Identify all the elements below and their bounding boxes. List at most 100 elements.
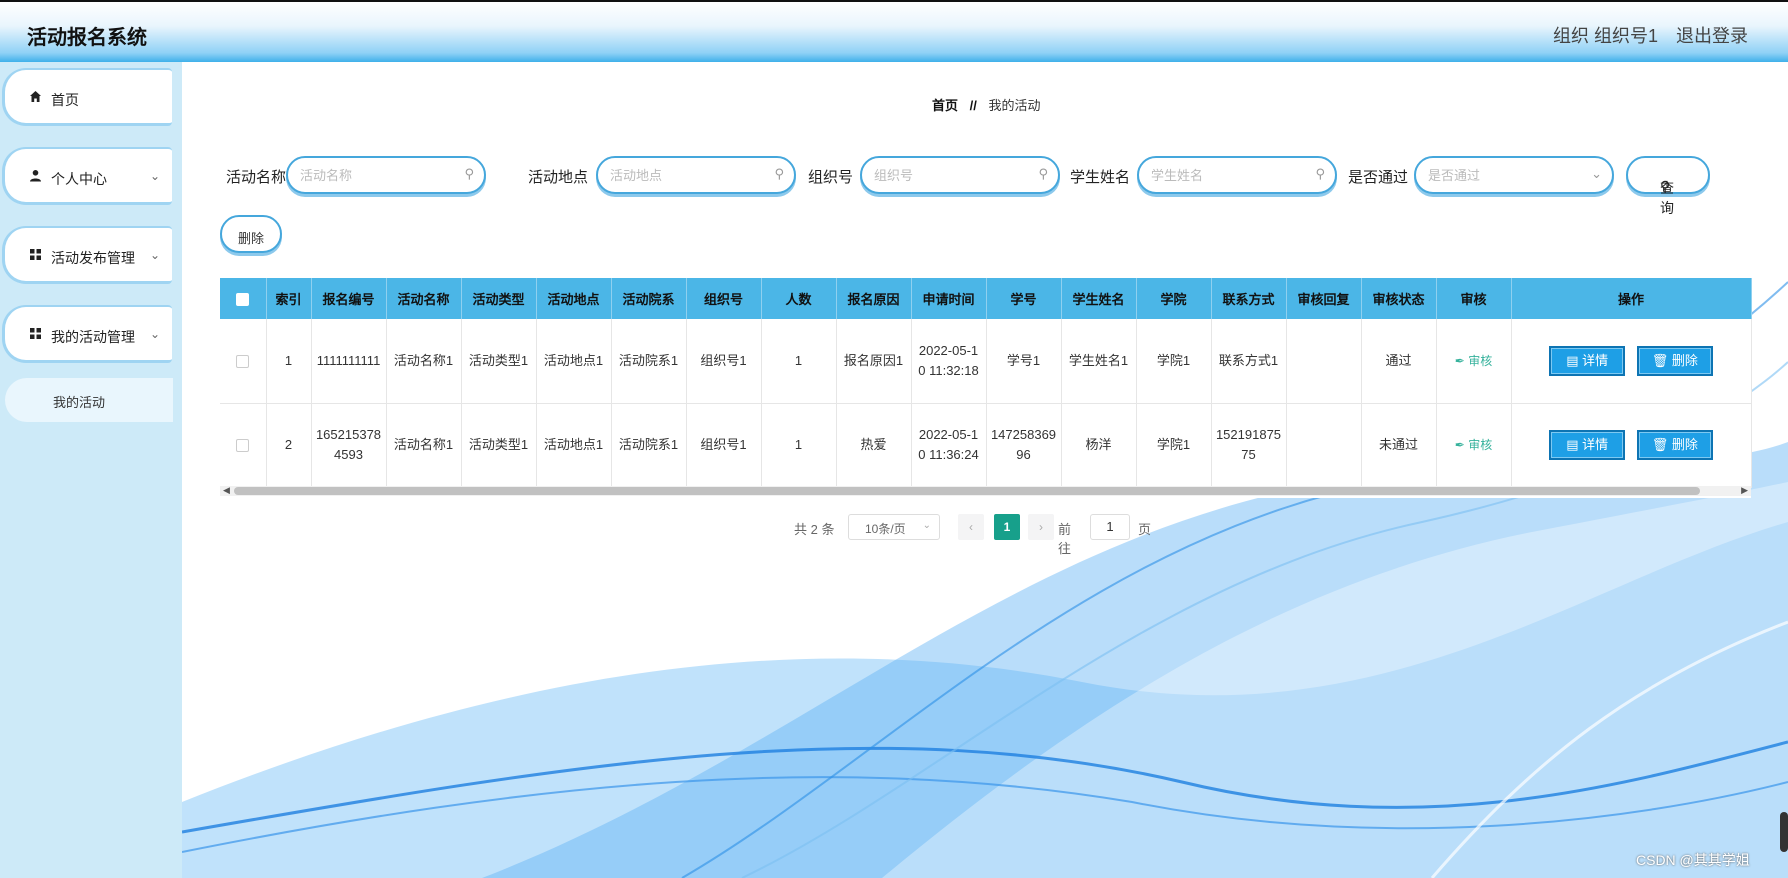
- search-bar: 活动名称 ⚲ 活动地点 ⚲ 组织号 ⚲ 学生姓名 ⚲ 是否通过 ⌄ 查询 ⚲: [182, 152, 1788, 216]
- user-info: 组织 组织号1: [1552, 26, 1658, 46]
- scrollbar-thumb[interactable]: [234, 487, 1700, 495]
- table-cell: 学院1: [1136, 319, 1212, 404]
- sidebar-subitem-my-activities[interactable]: 我的活动: [5, 378, 173, 422]
- student-name-label: 学生姓名: [1070, 169, 1131, 186]
- table-cell: 活动名称1: [386, 403, 462, 488]
- activity-name-label: 活动名称: [226, 169, 287, 186]
- sidebar-item-profile[interactable]: 个人中心 ⌄: [2, 147, 172, 205]
- chevron-left-icon: ‹: [969, 520, 973, 534]
- scroll-handle[interactable]: [1780, 812, 1788, 852]
- audit-link[interactable]: ✒ 审核: [1455, 438, 1492, 452]
- grid-icon: [29, 248, 43, 262]
- student-name-field[interactable]: ⚲: [1137, 156, 1337, 194]
- next-page-button[interactable]: ›: [1028, 514, 1054, 540]
- page-size-select[interactable]: 10条/页 ⌄: [848, 514, 940, 540]
- table-cell: 1111111111: [311, 319, 387, 404]
- logout-link[interactable]: 退出登录: [1676, 22, 1748, 48]
- table-cell: 2022-05-10 11:36:24: [911, 403, 987, 488]
- sidebar-item-my-activity[interactable]: 我的活动管理 ⌄: [2, 305, 172, 363]
- goto-page-input[interactable]: 1: [1090, 514, 1130, 540]
- select-all-checkbox[interactable]: [236, 293, 250, 307]
- org-input[interactable]: [874, 166, 1034, 184]
- top-bar: 活动报名系统 组织 组织号1 退出登录: [0, 0, 1788, 62]
- table-cell: 14725836996: [986, 403, 1062, 488]
- row-checkbox[interactable]: [236, 354, 250, 368]
- detail-button[interactable]: ▤ 详情: [1549, 345, 1626, 376]
- passed-label: 是否通过: [1348, 169, 1409, 186]
- sidebar-item-label: 首页: [51, 92, 79, 108]
- page-number-current[interactable]: 1: [994, 514, 1020, 540]
- table-row: 2 1652153784593 活动名称1 活动类型1 活动地点1 活动院系1 …: [220, 403, 1752, 488]
- delete-button[interactable]: 🗑 删除: [1636, 430, 1713, 460]
- table-header-row: 索引 报名编号 活动名称 活动类型 活动地点 活动院系 组织号 人数 报名原因 …: [220, 278, 1752, 319]
- activity-table: 索引 报名编号 活动名称 活动类型 活动地点 活动院系 组织号 人数 报名原因 …: [220, 278, 1752, 498]
- table-cell: 活动院系1: [611, 319, 687, 404]
- table-cell: 学生姓名1: [1061, 319, 1137, 404]
- chevron-down-icon: ⌄: [149, 169, 160, 183]
- passed-select-input[interactable]: [1428, 166, 1588, 184]
- table-header: 活动地点: [536, 278, 612, 319]
- audit-link[interactable]: ✒ 审核: [1455, 354, 1492, 368]
- table-cell: 通过: [1361, 319, 1437, 404]
- table-header: 联系方式: [1211, 278, 1287, 319]
- goto-label: 前往: [1058, 522, 1072, 556]
- select-all-cell: [220, 278, 267, 319]
- breadcrumb-separator: //: [969, 98, 977, 113]
- table-cell: 活动类型1: [461, 319, 537, 404]
- passed-select[interactable]: ⌄: [1414, 156, 1614, 194]
- table-header: 学号: [986, 278, 1062, 319]
- table-header: 审核状态: [1361, 278, 1437, 319]
- table-header: 操作: [1511, 278, 1752, 319]
- detail-button-label: 详情: [1582, 352, 1609, 368]
- row-select-cell: [220, 403, 267, 488]
- table-cell: 1652153784593: [311, 403, 387, 488]
- org-field[interactable]: ⚲: [860, 156, 1060, 194]
- delete-button[interactable]: 🗑 删除: [1636, 345, 1713, 376]
- table-cell: 活动名称1: [386, 319, 462, 404]
- breadcrumb-home[interactable]: 首页: [932, 98, 958, 113]
- prev-page-button[interactable]: ‹: [958, 514, 984, 540]
- activity-name-field[interactable]: ⚲: [286, 156, 486, 194]
- table-header: 索引: [266, 278, 312, 319]
- table-cell: 报名原因1: [836, 319, 912, 404]
- table-cell: [1286, 403, 1362, 488]
- table-header: 活动院系: [611, 278, 687, 319]
- table-header: 审核: [1436, 278, 1512, 319]
- delete-button-label: 删除: [1671, 437, 1698, 452]
- table-header: 申请时间: [911, 278, 987, 319]
- query-button[interactable]: 查询 ⚲: [1626, 156, 1710, 216]
- page-size-value: 10条/页: [865, 522, 906, 536]
- table-cell: 15219187575: [1211, 403, 1287, 488]
- horizontal-scrollbar[interactable]: ◀ ▶: [220, 485, 1751, 496]
- table-header: 活动类型: [461, 278, 537, 319]
- table-cell: 2022-05-10 11:32:18: [911, 319, 987, 404]
- table-header: 学院: [1136, 278, 1212, 319]
- sidebar-item-activity-publish[interactable]: 活动发布管理 ⌄: [2, 226, 172, 284]
- breadcrumb: 首页 // 我的活动: [932, 95, 1041, 114]
- org-label: 组织号: [808, 169, 854, 186]
- sidebar-subitem-label: 我的活动: [53, 395, 106, 410]
- table-cell: 未通过: [1361, 403, 1437, 488]
- table-cell: 学号1: [986, 319, 1062, 404]
- table-cell: 热爱: [836, 403, 912, 488]
- scroll-left-icon[interactable]: ◀: [223, 485, 230, 496]
- batch-delete-button[interactable]: 删除: [220, 215, 282, 253]
- sidebar: 首页 个人中心 ⌄ 活动发布管理 ⌄ 我的活动管理 ⌄ 我的活动: [0, 62, 182, 878]
- sidebar-item-home[interactable]: 首页: [2, 68, 172, 126]
- activity-name-input[interactable]: [300, 166, 460, 184]
- audit-link-label: 审核: [1468, 438, 1493, 452]
- location-input[interactable]: [610, 166, 770, 184]
- location-field[interactable]: ⚲: [596, 156, 796, 194]
- table-cell: 2: [266, 403, 312, 488]
- trash-icon: 🗑: [1651, 352, 1669, 368]
- student-name-input[interactable]: [1151, 166, 1311, 184]
- search-icon: ⚲: [774, 166, 784, 181]
- table-cell: 活动类型1: [461, 403, 537, 488]
- scroll-right-icon[interactable]: ▶: [1741, 485, 1748, 496]
- grid-icon: [29, 327, 43, 341]
- chevron-down-icon: ⌄: [149, 248, 160, 262]
- table-header: 报名编号: [311, 278, 387, 319]
- table-cell: 1: [761, 403, 837, 488]
- detail-button[interactable]: ▤ 详情: [1549, 430, 1626, 460]
- row-checkbox[interactable]: [236, 439, 250, 453]
